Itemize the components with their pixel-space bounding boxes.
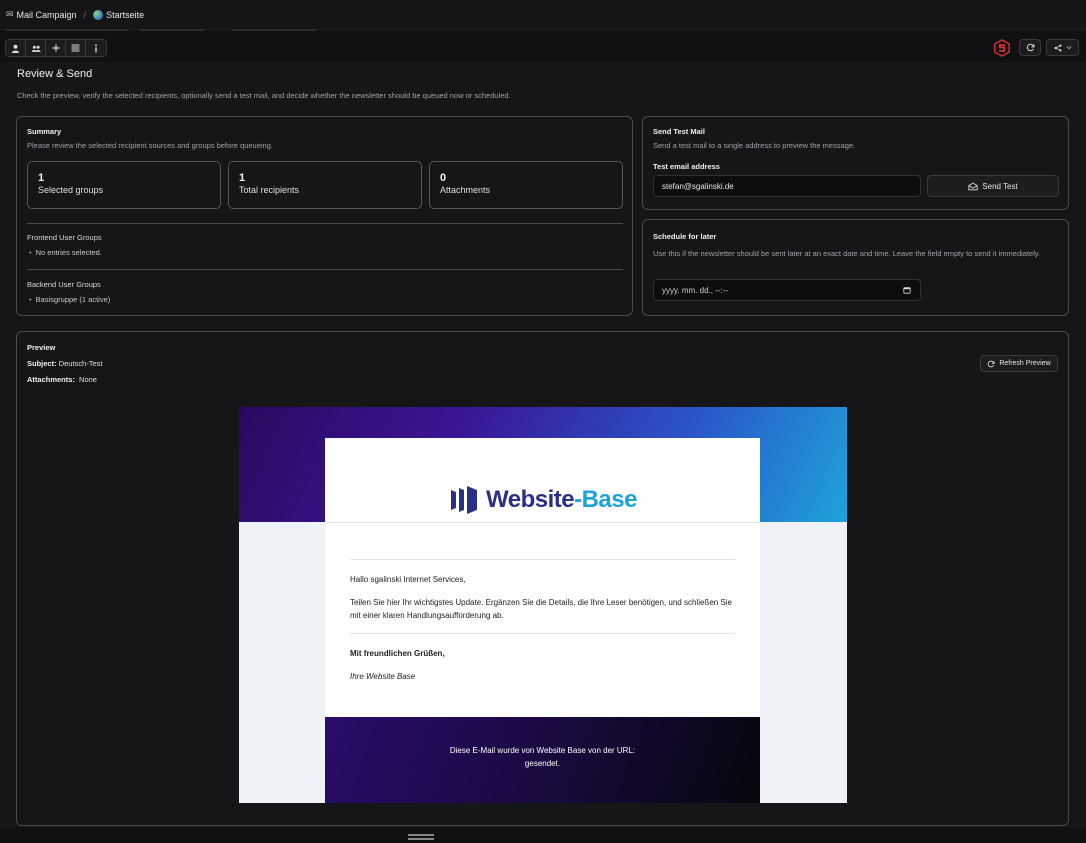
page-description: Check the preview, verify the selected r… bbox=[17, 91, 511, 100]
refresh-preview-label: Refresh Preview bbox=[999, 360, 1051, 367]
subject-label: Subject: bbox=[27, 359, 57, 368]
page-title: Review & Send bbox=[17, 68, 93, 80]
refresh-icon bbox=[1026, 43, 1034, 52]
share-icon bbox=[1053, 43, 1062, 52]
schedule-datetime-input[interactable]: yyyy. mm. dd., --:-- bbox=[653, 279, 921, 301]
email-content: Website-Base Hallo sgalinski Internet Se… bbox=[325, 438, 760, 717]
website-base-logo: Website-Base bbox=[450, 485, 637, 515]
schedule-card: Schedule for later Use this if the newsl… bbox=[642, 219, 1069, 316]
backend-groups-label: Backend User Groups bbox=[27, 280, 101, 289]
test-mail-subtitle: Send a test mail to a single address to … bbox=[653, 141, 856, 150]
footer-line-2: gesendet. bbox=[524, 759, 561, 768]
logo-separator: - bbox=[574, 486, 582, 513]
summary-card: Summary Please review the selected recip… bbox=[16, 116, 633, 316]
subject-value: Deutsch-Test bbox=[58, 359, 103, 368]
send-test-label: Send Test bbox=[982, 181, 1018, 191]
send-icon bbox=[968, 182, 978, 190]
stat-attachments: 0 Attachments bbox=[429, 161, 623, 209]
stat-label: Selected groups bbox=[38, 185, 104, 195]
breadcrumb-separator: / bbox=[83, 9, 87, 20]
stat-value: 0 bbox=[440, 172, 447, 184]
breadcrumb: ✉ Mail Campaign / Startseite bbox=[6, 9, 144, 20]
share-dropdown-button[interactable] bbox=[1046, 39, 1079, 56]
attachments-value: None bbox=[79, 375, 97, 384]
divider bbox=[27, 223, 623, 224]
stat-value: 1 bbox=[239, 172, 246, 184]
footer-line-1: Diese E-Mail wurde von Website Base von … bbox=[449, 746, 636, 755]
list-item: • No entries selected. bbox=[29, 248, 102, 257]
resize-handle[interactable] bbox=[408, 834, 434, 840]
divider bbox=[325, 522, 760, 523]
breadcrumb-module[interactable]: Mail Campaign bbox=[17, 10, 77, 20]
frontend-groups-label: Frontend User Groups bbox=[27, 233, 102, 242]
preview-subject: Subject: Deutsch-Test bbox=[27, 359, 102, 368]
stat-value: 1 bbox=[38, 172, 45, 184]
divider bbox=[350, 633, 735, 634]
summary-title: Summary bbox=[27, 127, 62, 136]
calendar-icon[interactable] bbox=[903, 286, 911, 294]
backend-group-entry: Basisgruppe (1 active) bbox=[35, 295, 111, 304]
email-closing: Mit freundlichen Grüßen, bbox=[350, 649, 445, 658]
top-bar: ✉ Mail Campaign / Startseite bbox=[0, 0, 1086, 30]
stat-total-recipients: 1 Total recipients bbox=[228, 161, 422, 209]
divider bbox=[27, 269, 623, 270]
users-icon[interactable] bbox=[26, 40, 46, 56]
refresh-button[interactable] bbox=[1019, 39, 1041, 56]
preview-attachments: Attachments: None bbox=[27, 375, 97, 384]
attachments-label: Attachments: bbox=[27, 375, 75, 384]
frontend-group-entry: No entries selected. bbox=[35, 248, 102, 257]
sgalinski-logo-icon bbox=[994, 39, 1010, 57]
website-base-logo-icon bbox=[451, 486, 477, 514]
logo-wordmark: Website-Base bbox=[486, 486, 637, 514]
refresh-icon bbox=[988, 360, 995, 367]
email-signature: Ihre Website Base bbox=[350, 672, 416, 681]
refresh-preview-button[interactable]: Refresh Preview bbox=[980, 355, 1058, 372]
tab-indicator bbox=[140, 29, 204, 31]
stat-label: Total recipients bbox=[239, 185, 300, 195]
schedule-title: Schedule for later bbox=[653, 232, 717, 241]
send-test-button[interactable]: Send Test bbox=[927, 175, 1059, 197]
divider bbox=[350, 559, 735, 560]
datetime-placeholder: yyyy. mm. dd., --:-- bbox=[662, 285, 729, 295]
chevron-down-icon bbox=[1065, 46, 1072, 50]
test-mail-title: Send Test Mail bbox=[653, 127, 705, 136]
logo-part-base: Base bbox=[581, 486, 638, 513]
toolbar bbox=[0, 36, 1086, 60]
globe-icon bbox=[93, 9, 104, 20]
email-preview: Website-Base Hallo sgalinski Internet Se… bbox=[239, 407, 847, 803]
user-icon[interactable] bbox=[6, 40, 26, 56]
email-footer: Diese E-Mail wurde von Website Base von … bbox=[325, 717, 760, 803]
test-email-label: Test email address bbox=[653, 162, 720, 171]
tab-indicator bbox=[232, 29, 316, 31]
list-item: • Basisgruppe (1 active) bbox=[29, 295, 111, 304]
list-icon[interactable] bbox=[66, 40, 86, 56]
preview-title: Preview bbox=[27, 343, 56, 352]
plus-icon[interactable] bbox=[46, 40, 66, 56]
toolbar-button-group bbox=[5, 39, 107, 57]
logo-part-website: Website bbox=[486, 486, 575, 513]
tab-indicator bbox=[6, 29, 128, 31]
breadcrumb-page[interactable]: Startseite bbox=[106, 10, 144, 20]
stat-label: Attachments bbox=[440, 185, 491, 195]
mail-icon: ✉ bbox=[6, 9, 14, 19]
stat-selected-groups: 1 Selected groups bbox=[27, 161, 221, 209]
email-greeting: Hallo sgalinski Internet Services, bbox=[350, 575, 466, 584]
test-mail-card: Send Test Mail Send a test mail to a sin… bbox=[642, 116, 1069, 210]
email-body: Teilen Sie hier Ihr wichtigstes Update. … bbox=[350, 598, 732, 620]
summary-subtitle: Please review the selected recipient sou… bbox=[27, 141, 273, 150]
info-icon[interactable] bbox=[86, 40, 106, 56]
test-email-input[interactable]: stefan@sgalinski.de bbox=[653, 175, 921, 197]
schedule-subtitle: Use this if the newsletter should be sen… bbox=[653, 249, 1041, 258]
